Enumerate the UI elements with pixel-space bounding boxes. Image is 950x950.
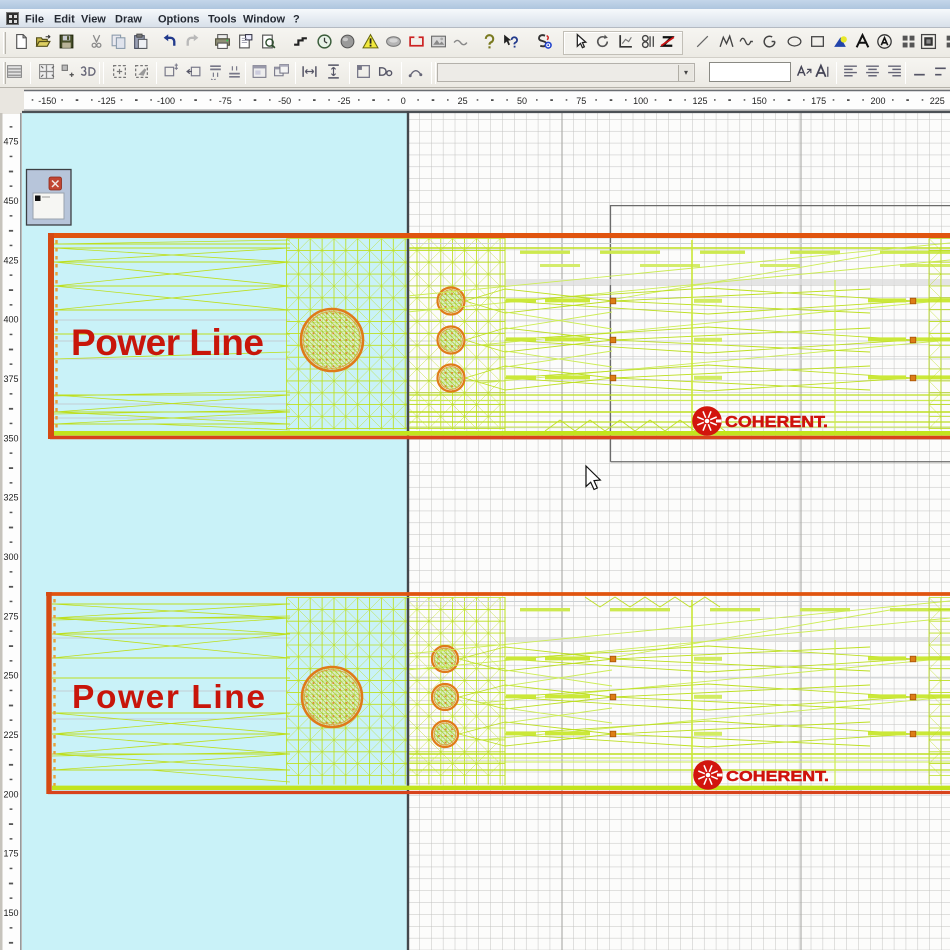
svg-text:-100: -100: [157, 96, 175, 106]
svg-text:-75: -75: [219, 96, 232, 106]
svg-text:Draw: Draw: [115, 14, 142, 26]
svg-text:?: ?: [293, 14, 300, 26]
svg-text:-125: -125: [98, 96, 116, 106]
svg-text:View: View: [81, 14, 106, 26]
svg-text:450: 450: [3, 196, 18, 206]
svg-text:File: File: [25, 14, 44, 26]
svg-text:100: 100: [633, 96, 648, 106]
svg-text:300: 300: [3, 552, 18, 562]
svg-text:150: 150: [3, 908, 18, 918]
svg-text:Options: Options: [158, 14, 200, 26]
svg-text:Window: Window: [243, 14, 285, 26]
svg-text:275: 275: [3, 611, 18, 621]
svg-text:325: 325: [3, 493, 18, 503]
svg-text:75: 75: [576, 96, 586, 106]
svg-text:Tools: Tools: [208, 14, 237, 26]
svg-text:50: 50: [517, 96, 527, 106]
svg-text:Power Line: Power Line: [71, 322, 264, 363]
svg-text:225: 225: [3, 730, 18, 740]
svg-text:175: 175: [3, 849, 18, 859]
svg-text:COHERENT.: COHERENT.: [725, 414, 828, 431]
svg-text:225: 225: [930, 96, 945, 106]
svg-text:400: 400: [3, 315, 18, 325]
svg-text:175: 175: [811, 96, 826, 106]
svg-text:475: 475: [3, 137, 18, 147]
svg-text:Power Line: Power Line: [72, 679, 265, 716]
svg-text:0: 0: [401, 96, 406, 106]
svg-text:350: 350: [3, 433, 18, 443]
svg-text:25: 25: [458, 96, 468, 106]
svg-text:-50: -50: [278, 96, 291, 106]
svg-text:Edit: Edit: [54, 14, 75, 26]
svg-text:425: 425: [3, 255, 18, 265]
svg-text:200: 200: [870, 96, 885, 106]
svg-text:250: 250: [3, 671, 18, 681]
svg-text:125: 125: [692, 96, 707, 106]
svg-text:-25: -25: [337, 96, 350, 106]
svg-text:COHERENT.: COHERENT.: [726, 769, 829, 785]
svg-text:200: 200: [3, 789, 18, 799]
svg-text:375: 375: [3, 374, 18, 384]
svg-text:150: 150: [752, 96, 767, 106]
svg-text:-150: -150: [38, 96, 56, 106]
